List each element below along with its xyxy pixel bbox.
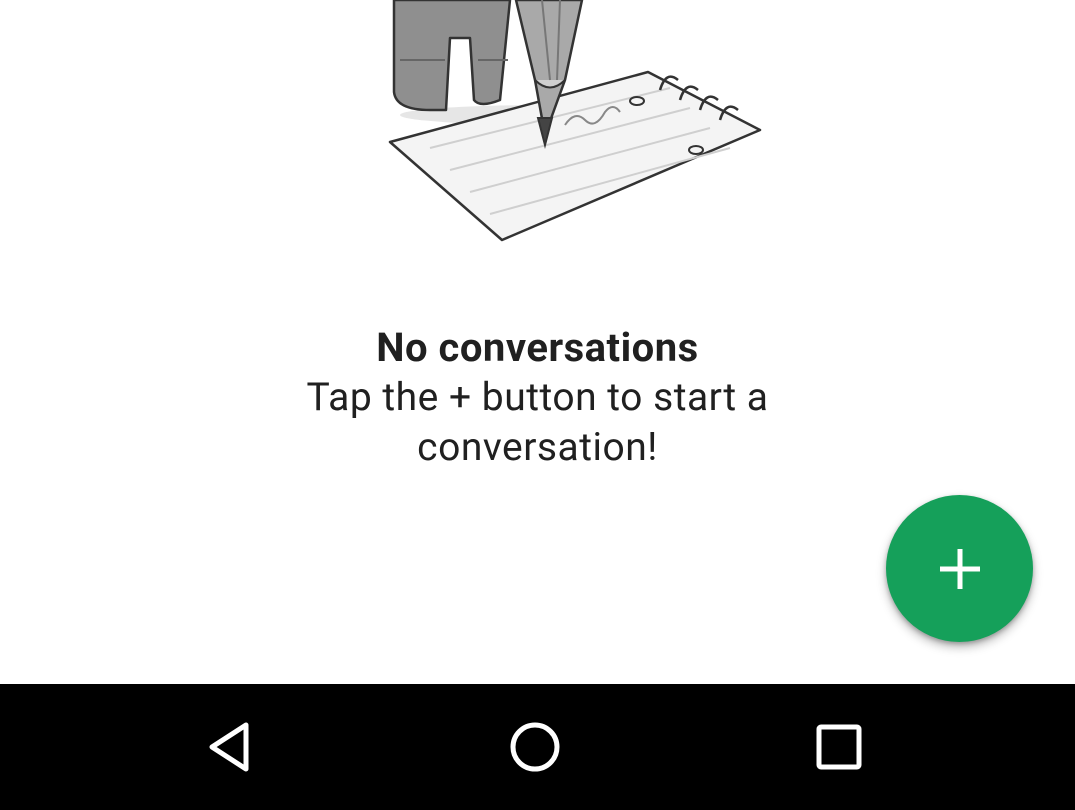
- recents-square-icon: [816, 724, 862, 770]
- empty-state-illustration: [370, 0, 770, 250]
- pencil-notepad-icon: [388, 0, 762, 242]
- empty-state-subtitle: Tap the + button to start a conversation…: [0, 372, 1075, 472]
- home-button[interactable]: [475, 684, 595, 810]
- system-navigation-bar: [0, 684, 1075, 810]
- empty-state-title: No conversations: [376, 324, 699, 371]
- conversations-screen: No conversations Tap the + button to sta…: [0, 0, 1075, 810]
- home-circle-icon: [510, 722, 560, 772]
- back-button[interactable]: [172, 684, 292, 810]
- new-conversation-fab[interactable]: [886, 495, 1033, 642]
- empty-state-subtitle-line2: conversation!: [417, 424, 658, 470]
- plus-icon: [939, 548, 980, 589]
- empty-state-subtitle-line1: Tap the + button to start a: [306, 374, 769, 420]
- back-triangle-icon: [209, 722, 249, 772]
- recents-button[interactable]: [779, 684, 899, 810]
